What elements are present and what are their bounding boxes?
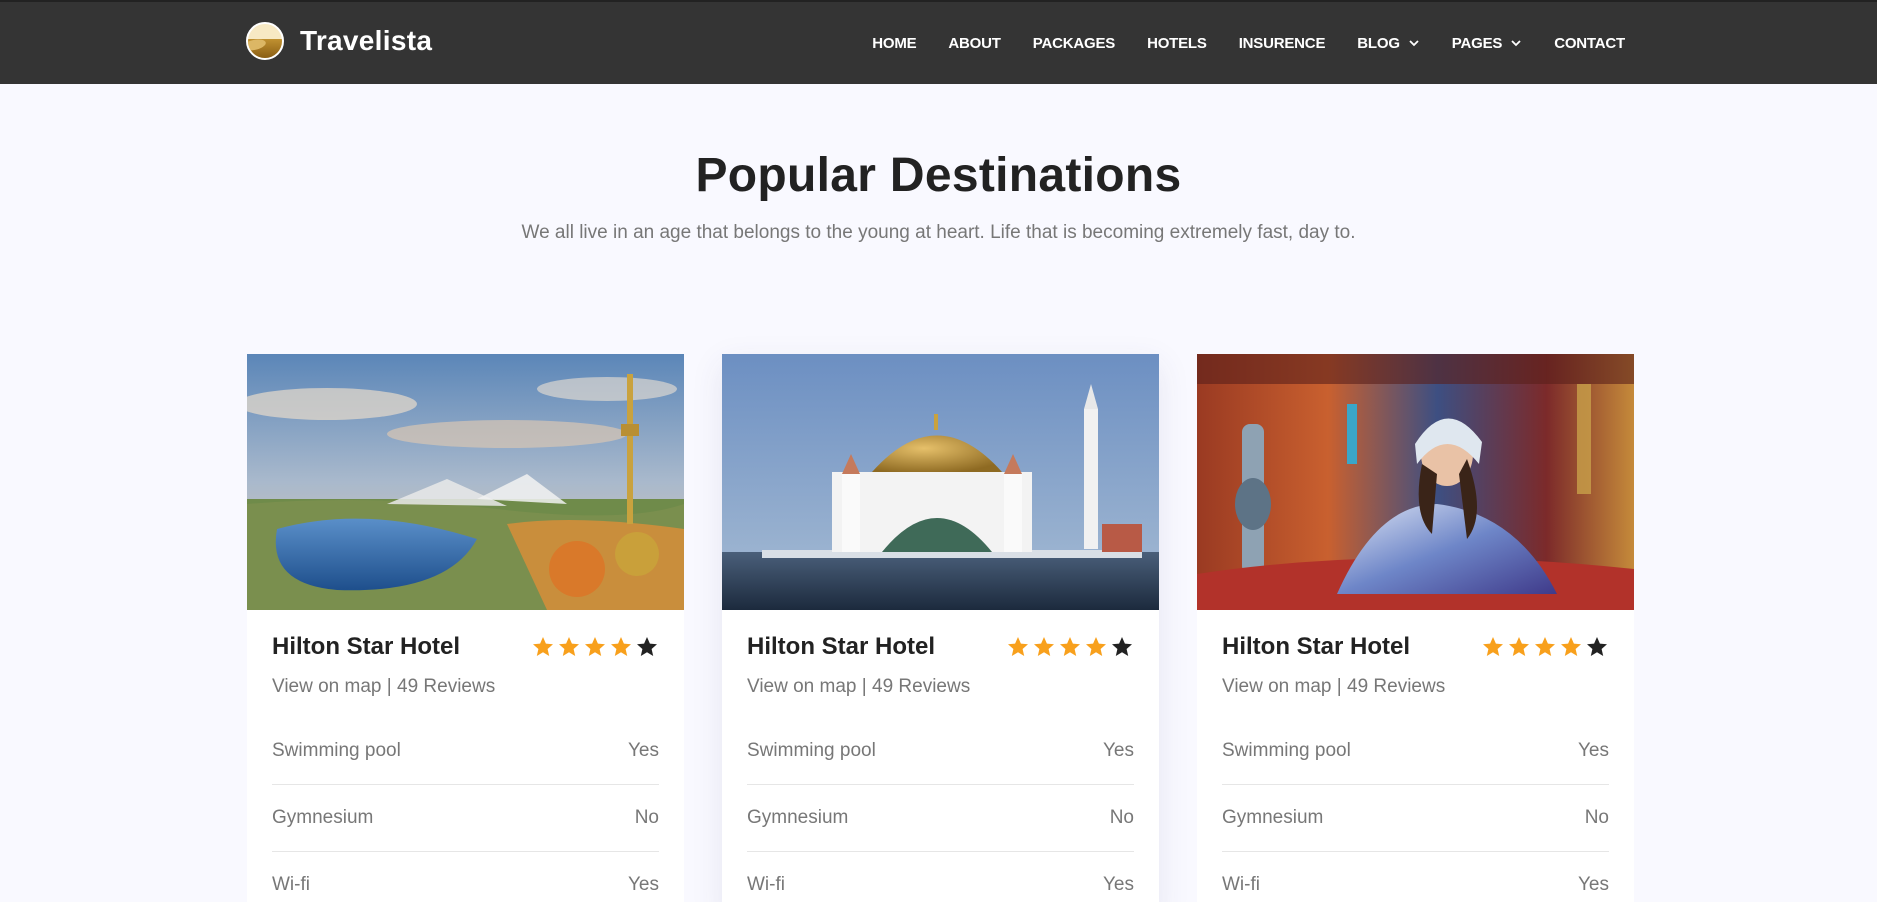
nav-pages-label: PAGES [1451, 34, 1503, 52]
star-filled-icon [585, 637, 605, 656]
card-title-row: Hilton Star Hotel [747, 632, 1134, 662]
nav-insurence[interactable]: INSURENCE [1239, 35, 1326, 52]
amenity-value: Yes [1103, 874, 1134, 895]
reviews-link[interactable]: 49 Reviews [397, 676, 495, 697]
star-filled-icon [1034, 637, 1054, 656]
amenity-label: Gymnesium [747, 807, 849, 828]
chevron-down-icon [1511, 40, 1521, 47]
amenity-row: Wi-fi Yes [272, 852, 659, 902]
destination-card[interactable]: Hilton Star Hotel View on map | 49 Revie… [1197, 354, 1634, 902]
star-filled-icon [533, 637, 553, 656]
navbar: Travelista HOME ABOUT PACKAGES HOTELS IN… [0, 0, 1877, 84]
amenity-label: Swimming pool [1222, 740, 1351, 761]
amenity-label: Gymnesium [272, 807, 374, 828]
reviews-link[interactable]: 49 Reviews [872, 676, 970, 697]
amenities-list: Swimming pool Yes Gymnesium No Wi-fi Yes [1222, 718, 1609, 902]
amenity-row: Wi-fi Yes [747, 852, 1134, 902]
amenity-label: Wi-fi [747, 874, 785, 895]
nav-blog[interactable]: BLOG [1357, 35, 1420, 52]
star-filled-icon [1509, 637, 1529, 656]
destination-card[interactable]: Hilton Star Hotel View on map | 49 Revie… [722, 354, 1159, 902]
amenity-label: Swimming pool [272, 740, 401, 761]
destination-image [722, 354, 1159, 610]
destination-image [247, 354, 684, 610]
chevron-down-icon [1409, 40, 1419, 47]
star-filled-icon [1060, 637, 1080, 656]
amenity-value: No [1584, 807, 1609, 828]
destination-image [1197, 354, 1634, 610]
nav-pages[interactable]: PAGES [1452, 35, 1522, 52]
amenity-value: Yes [628, 874, 659, 895]
star-rating [1004, 635, 1134, 659]
reviews-link[interactable]: 49 Reviews [1347, 676, 1445, 697]
main-nav: HOME ABOUT PACKAGES HOTELS INSURENCE BLO… [872, 2, 1625, 84]
brand-logo-link[interactable]: Travelista [246, 22, 432, 60]
card-meta: View on map | 49 Reviews [1222, 676, 1609, 698]
star-filled-icon [1535, 637, 1555, 656]
logo-icon [246, 22, 284, 60]
amenity-label: Swimming pool [747, 740, 876, 761]
star-filled-icon [559, 637, 579, 656]
amenity-value: Yes [628, 740, 659, 761]
amenity-value: Yes [1578, 874, 1609, 895]
nav-about[interactable]: ABOUT [948, 35, 1001, 52]
amenity-row: Swimming pool Yes [1222, 718, 1609, 785]
card-title-row: Hilton Star Hotel [272, 632, 659, 662]
amenity-value: Yes [1578, 740, 1609, 761]
nav-packages[interactable]: PACKAGES [1033, 35, 1116, 52]
amenity-row: Gymnesium No [747, 785, 1134, 852]
card-title-row: Hilton Star Hotel [1222, 632, 1609, 662]
amenity-row: Wi-fi Yes [1222, 852, 1609, 902]
hotel-name: Hilton Star Hotel [1222, 633, 1411, 660]
amenity-row: Swimming pool Yes [747, 718, 1134, 785]
amenity-value: No [1109, 807, 1134, 828]
star-rating [529, 635, 659, 659]
amenity-label: Wi-fi [272, 874, 310, 895]
nav-home[interactable]: HOME [872, 35, 916, 52]
star-filled-icon [1086, 637, 1106, 656]
hotel-name: Hilton Star Hotel [272, 633, 461, 660]
amenities-list: Swimming pool Yes Gymnesium No Wi-fi Yes [272, 718, 659, 902]
destination-card[interactable]: Hilton Star Hotel View on map | 49 Revie… [247, 354, 684, 902]
card-body: Hilton Star Hotel View on map | 49 Revie… [722, 632, 1159, 902]
hotel-name: Hilton Star Hotel [747, 633, 936, 660]
card-body: Hilton Star Hotel View on map | 49 Revie… [1197, 632, 1634, 902]
nav-contact[interactable]: CONTACT [1554, 35, 1625, 52]
card-meta: View on map | 49 Reviews [272, 676, 659, 698]
amenity-label: Wi-fi [1222, 874, 1260, 895]
meta-separator: | [856, 676, 872, 697]
star-filled-icon [1008, 637, 1028, 656]
amenity-label: Gymnesium [1222, 807, 1324, 828]
view-on-map-link[interactable]: View on map [1222, 676, 1332, 697]
amenity-row: Swimming pool Yes [272, 718, 659, 785]
section-subtitle: We all live in an age that belongs to th… [521, 222, 1356, 243]
star-rating [1479, 635, 1609, 659]
nav-blog-label: BLOG [1357, 34, 1400, 52]
card-body: Hilton Star Hotel View on map | 49 Revie… [247, 632, 684, 902]
star-empty-icon [1587, 637, 1607, 656]
amenity-value: Yes [1103, 740, 1134, 761]
nav-hotels[interactable]: HOTELS [1147, 35, 1207, 52]
amenities-list: Swimming pool Yes Gymnesium No Wi-fi Yes [747, 718, 1134, 902]
star-filled-icon [1561, 637, 1581, 656]
view-on-map-link[interactable]: View on map [747, 676, 857, 697]
brand-name: Travelista [300, 25, 433, 56]
amenity-row: Gymnesium No [1222, 785, 1609, 852]
star-filled-icon [1483, 637, 1503, 656]
meta-separator: | [381, 676, 397, 697]
section-title: Popular Destinations [695, 149, 1182, 202]
star-empty-icon [637, 637, 657, 656]
meta-separator: | [1331, 676, 1347, 697]
amenity-row: Gymnesium No [272, 785, 659, 852]
amenity-value: No [634, 807, 659, 828]
card-meta: View on map | 49 Reviews [747, 676, 1134, 698]
star-filled-icon [611, 637, 631, 656]
view-on-map-link[interactable]: View on map [272, 676, 382, 697]
star-empty-icon [1112, 637, 1132, 656]
